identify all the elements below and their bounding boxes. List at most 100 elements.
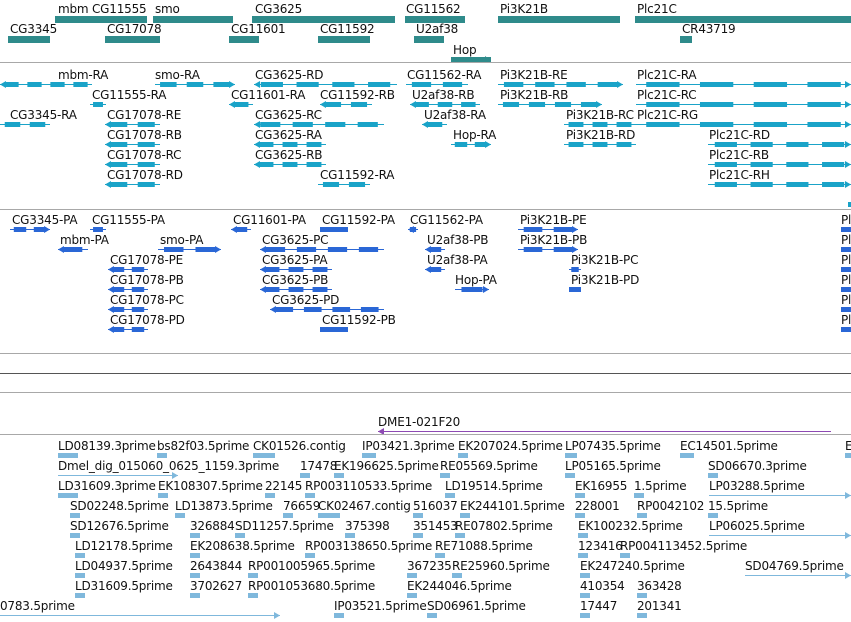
feature-label: Pl (841, 253, 851, 267)
feature-label: bs82f03.5prime (157, 439, 250, 453)
feature-label: CG3625-RA (255, 128, 322, 142)
feature-label: Plc21C (637, 2, 677, 16)
feature-label: Dmel_dig_015060_0625_1159.3prime (58, 459, 280, 473)
feature-label: LP06025.5prime (709, 519, 805, 533)
feature-label: CG3625-PD (272, 293, 340, 307)
sequence-ruler (0, 373, 851, 374)
feature-label: RE71088.5prime (435, 539, 533, 553)
feature-label: Pl (841, 293, 851, 307)
feature-label: Plc21C-RA (637, 68, 697, 82)
feature-label: Hop-PA (455, 273, 497, 287)
feature-label: RP004113452.5prime (620, 539, 748, 553)
feature-label: RP001005965.5prime (248, 559, 376, 573)
feature-label: Pi3K21B-RD (566, 128, 636, 142)
feature-label: SD11257.5prime (235, 519, 334, 533)
feature-label: IP03421.3prime (362, 439, 455, 453)
feature-label: 375398 (345, 519, 390, 533)
feature-label: CG3625 (255, 2, 303, 16)
feature-label: CG17078-PC (110, 293, 184, 307)
feature-label: 22145 (265, 479, 303, 493)
feature-label: 516037 (413, 499, 458, 513)
feature-label: 351453 (413, 519, 458, 533)
feature-label: 2643844 (190, 559, 243, 573)
feature-label: LP05165.5prime (565, 459, 661, 473)
feature-label: CK01526.contig (253, 439, 346, 453)
feature-label: LD12178.5prime (75, 539, 173, 553)
feature-label: CG17078 (107, 22, 162, 36)
feature-label: SD04769.5prime (745, 559, 844, 573)
feature-label: CG11562-PA (410, 213, 483, 227)
feature-label: CG17078-PE (110, 253, 184, 267)
feature-label: DME1-021F20 (378, 415, 461, 429)
feature-label: CG11592-PA (322, 213, 395, 227)
feature-label: SD12676.5prime (70, 519, 169, 533)
feature-label: 228001 (575, 499, 620, 513)
feature-glyph (841, 307, 851, 312)
feature-label: LD08139.3prime (58, 439, 156, 453)
feature-label: U2af38-RA (424, 108, 486, 122)
feature-label: smo (155, 2, 180, 16)
feature-label: LD04937.5prime (75, 559, 173, 573)
feature-label: 1.5prime (634, 479, 687, 493)
feature-label: LD13873.5prime (175, 499, 273, 513)
feature-label: Pl (841, 213, 851, 227)
feature-label: CG17078-PB (110, 273, 184, 287)
feature-label: CG11601 (231, 22, 286, 36)
feature-label: 123416 (578, 539, 623, 553)
feature-label: CG11592-RB (320, 88, 395, 102)
feature-label: Plc21C-RB (709, 148, 769, 162)
feature-label: smo-PA (160, 233, 204, 247)
feature-label: RE25960.5prime (452, 559, 550, 573)
feature-label: CG11592-RA (320, 168, 395, 182)
feature-label: U2af38-PA (427, 253, 488, 267)
feature-label: Pl (841, 233, 851, 247)
feature-label: CG3625-RD (255, 68, 324, 82)
feature-label: U2af38-RB (412, 88, 475, 102)
feature-label: CG3345-PA (12, 213, 78, 227)
feature-label: 15.5prime (708, 499, 768, 513)
feature-label: Pi3K21B-PB (520, 233, 588, 247)
feature-label: RE07802.5prime (455, 519, 553, 533)
feature-label: 76659 (283, 499, 321, 513)
feature-label: CG11592-PB (322, 313, 396, 327)
feature-label: EK108307.5prime (158, 479, 263, 493)
feature-label: CG11601-RA (231, 88, 306, 102)
feature-label: Pl (841, 273, 851, 287)
feature-label: EK247240.5prime (580, 559, 685, 573)
feature-label: 17447 (580, 599, 618, 613)
feature-label: EK100232.5prime (578, 519, 683, 533)
feature-label: Plc21C-RD (709, 128, 770, 142)
genome-browser: mbm CG11555 smo CG3625 CG11562 Pi3K21B Plc21C C… (0, 0, 851, 622)
feature-label: EK244046.5prime (407, 579, 512, 593)
feature-label: SD06670.3prime (708, 459, 807, 473)
feature-label: EK207024.5prime (458, 439, 563, 453)
feature-label: CG11555 (92, 2, 147, 16)
feature-label: 363428 (637, 579, 682, 593)
feature-label: CG3625-RB (255, 148, 323, 162)
feature-label: CG11562 (406, 2, 461, 16)
feature-label: Pi3K21B-PE (520, 213, 587, 227)
feature-label: Hop (453, 43, 477, 57)
feature-label: LD31609.5prime (75, 579, 173, 593)
feature-label: CK02467.contig (318, 499, 411, 513)
feature-label: Pi3K21B-PD (571, 273, 640, 287)
feature-label: 367235 (407, 559, 452, 573)
feature-glyph (680, 36, 692, 43)
feature-label: CG11592 (320, 22, 375, 36)
feature-glyph (637, 613, 647, 618)
feature-label: mbm-PA (60, 233, 109, 247)
feature-label: IP03521.5prime (334, 599, 427, 613)
ests-track: LD08139.3prime bs82f03.5prime CK01526.cont… (0, 435, 851, 622)
feature-label: SD06961.5prime (427, 599, 526, 613)
feature-label: CG17078-RC (107, 148, 182, 162)
feature-label: Pi3K21B-RB (500, 88, 569, 102)
feature-label: CG11555-PA (92, 213, 165, 227)
feature-label: 410354 (580, 579, 625, 593)
feature-label: RP003110533.5prime (305, 479, 433, 493)
feature-label: LD31609.3prime (58, 479, 156, 493)
feature-label: Pi3K21B-PC (571, 253, 639, 267)
feature-label: 17478 (300, 459, 338, 473)
feature-label: Hop-RA (453, 128, 497, 142)
feature-label: LD19514.5prime (445, 479, 543, 493)
feature-label: EK196625.5prime (334, 459, 439, 473)
